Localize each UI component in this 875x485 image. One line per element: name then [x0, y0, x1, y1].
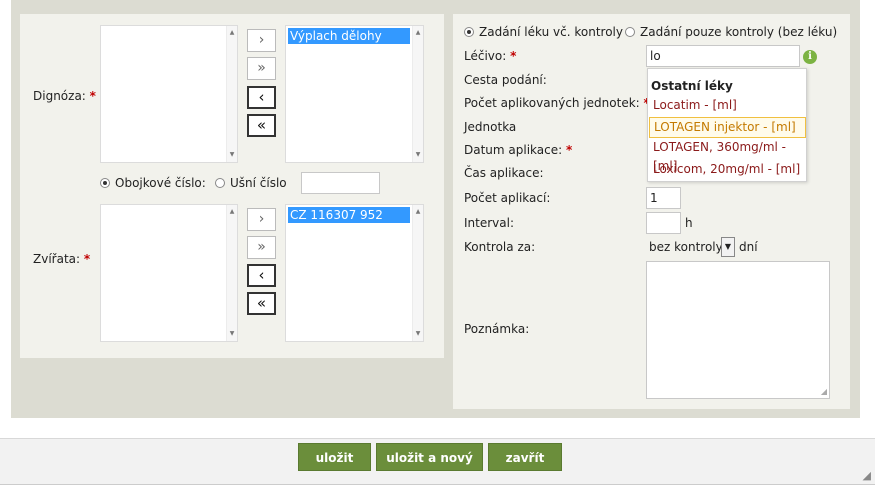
zvirata-add-one-button[interactable]: ›	[247, 208, 276, 231]
pocet-aplikaci-input[interactable]: 1	[646, 187, 681, 209]
zvirata-available-list[interactable]: ▲ ▼	[100, 204, 238, 342]
interval-input[interactable]	[646, 212, 681, 234]
scroll-up-icon[interactable]: ▲	[227, 29, 237, 37]
diagnoza-add-all-button[interactable]: »	[247, 57, 276, 80]
scroll-up-icon[interactable]: ▲	[227, 208, 237, 216]
scrollbar[interactable]: ▲ ▼	[412, 26, 423, 162]
animal-id-input[interactable]	[301, 172, 380, 194]
pocet-aplikaci-label: Počet aplikací:	[464, 191, 551, 205]
chevron-down-icon[interactable]: ▼	[721, 237, 735, 257]
scrollbar[interactable]: ▲ ▼	[226, 26, 237, 162]
scroll-down-icon[interactable]: ▼	[227, 330, 237, 338]
lecivo-autocomplete-dropdown: Ostatní léky Locatim - [ml] LOTAGEN inje…	[647, 68, 807, 182]
lecivo-label: Léčivo: *	[464, 49, 517, 63]
radio-checked-icon[interactable]	[464, 27, 474, 37]
info-icon[interactable]: i	[803, 50, 817, 64]
radio-obojkove-cislo[interactable]: Obojkové číslo:	[100, 176, 206, 190]
radio-checked-icon[interactable]	[100, 178, 110, 188]
scroll-up-icon[interactable]: ▲	[413, 208, 423, 216]
dropdown-item-lotagen-360[interactable]: LOTAGEN, 360mg/ml - [ml]	[649, 138, 806, 173]
scrollbar[interactable]: ▲ ▼	[412, 205, 423, 341]
radio-usni-cislo[interactable]: Ušní číslo	[215, 176, 287, 190]
zvirata-remove-one-button[interactable]: ‹	[247, 264, 276, 287]
radio-unchecked-icon[interactable]	[215, 178, 225, 188]
interval-unit: h	[685, 216, 693, 230]
scrollbar[interactable]: ▲ ▼	[226, 205, 237, 341]
diagnoza-remove-all-button[interactable]: «	[247, 114, 276, 137]
interval-label: Interval:	[464, 216, 514, 230]
pocet-jednotek-label: Počet aplikovaných jednotek: *	[464, 96, 650, 110]
poznamka-textarea[interactable]: ◢	[646, 261, 830, 399]
scroll-up-icon[interactable]: ▲	[413, 29, 423, 37]
zvirata-remove-all-button[interactable]: «	[247, 292, 276, 315]
scroll-down-icon[interactable]: ▼	[413, 330, 423, 338]
list-item[interactable]: CZ 116307 952 (15)	[288, 207, 410, 238]
cas-aplikace-label: Čas aplikace:	[464, 166, 544, 180]
dropdown-item-loxicom[interactable]: Loxicom, 20mg/ml - [ml]	[649, 160, 806, 181]
dropdown-group-header: Ostatní léky	[651, 79, 733, 93]
radio-lek-vc-kontroly[interactable]: Zadání léku vč. kontroly	[464, 25, 623, 39]
diagnoza-label: Dignóza: *	[33, 89, 96, 103]
save-and-new-button[interactable]: uložit a nový	[376, 443, 483, 471]
poznamka-label: Poznámka:	[464, 322, 530, 336]
dropdown-item-locatim[interactable]: Locatim - [ml]	[649, 96, 806, 117]
diagnoza-remove-one-button[interactable]: ‹	[247, 86, 276, 109]
window-resize-grip-icon[interactable]: ◢	[863, 469, 871, 482]
dropdown-item-lotagen-injektor[interactable]: LOTAGEN injektor - [ml]	[649, 117, 806, 138]
scroll-down-icon[interactable]: ▼	[413, 151, 423, 159]
cesta-podani-label: Cesta podání:	[464, 73, 547, 87]
zvirata-label: Zvířata: *	[33, 252, 91, 266]
lecivo-input[interactable]: lo	[646, 45, 800, 67]
diagnoza-available-list[interactable]: ▲ ▼	[100, 25, 238, 163]
kontrola-za-unit: dní	[739, 240, 758, 254]
diagnoza-add-one-button[interactable]: ›	[247, 29, 276, 52]
kontrola-za-select[interactable]: bez kontroly	[649, 240, 723, 254]
zvirata-selected-list[interactable]: CZ 116307 952 (15) ▲ ▼	[285, 204, 424, 342]
radio-unchecked-icon[interactable]	[625, 27, 635, 37]
zvirata-add-all-button[interactable]: »	[247, 236, 276, 259]
jednotka-label: Jednotka	[464, 120, 517, 134]
resize-grip-icon[interactable]: ◢	[821, 388, 827, 396]
kontrola-za-label: Kontrola za:	[464, 240, 536, 254]
save-button[interactable]: uložit	[298, 443, 371, 471]
close-button[interactable]: zavřít	[488, 443, 562, 471]
radio-pouze-kontroly[interactable]: Zadání pouze kontroly (bez léku)	[625, 25, 837, 39]
datum-aplikace-label: Datum aplikace: *	[464, 143, 573, 157]
list-item[interactable]: Výplach dělohy	[288, 28, 410, 44]
diagnoza-selected-list[interactable]: Výplach dělohy ▲ ▼	[285, 25, 424, 163]
scroll-down-icon[interactable]: ▼	[227, 151, 237, 159]
